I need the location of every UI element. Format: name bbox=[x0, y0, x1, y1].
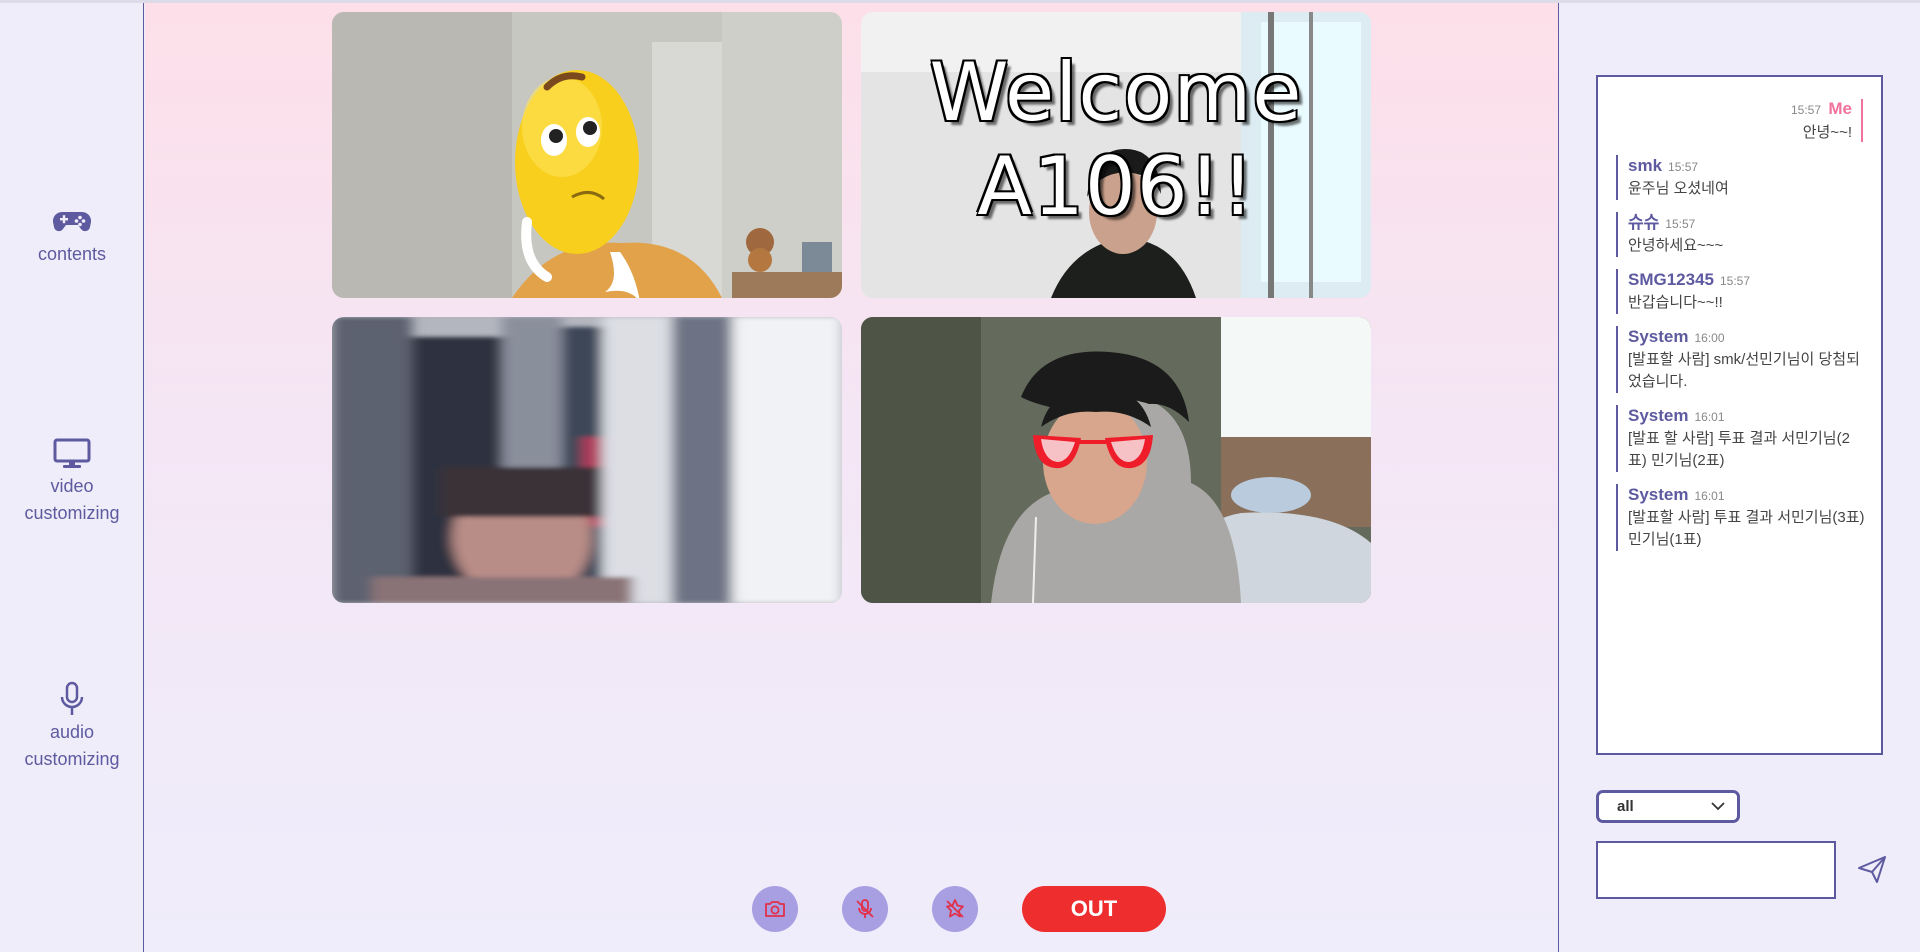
mic-off-icon bbox=[856, 899, 874, 918]
sidebar-item-video-customizing[interactable]: video customizing bbox=[0, 435, 144, 527]
chat-message: smk 15:57 윤주님 오셨네여 bbox=[1616, 155, 1868, 200]
welcome-overlay-text: Welcome A106!! bbox=[929, 46, 1303, 233]
message-time: 15:57 bbox=[1668, 160, 1699, 174]
message-text: 안녕~~! bbox=[1802, 124, 1852, 141]
message-author: System bbox=[1628, 327, 1689, 346]
chat-message-own: 15:57 Me 안녕~~! bbox=[1791, 99, 1863, 142]
mic-toggle-button[interactable] bbox=[842, 886, 888, 932]
chat-message: System 16:01 [발표할 사람] 투표 결과 서민기님(3표) 민기님(… bbox=[1616, 484, 1868, 551]
chat-message: System 16:00 [발표할 사람] smk/선민기님이 당첨되었습니다. bbox=[1616, 326, 1868, 393]
webcam-feed-emoji-mask bbox=[332, 12, 842, 298]
message-author: SMG12345 bbox=[1628, 270, 1714, 289]
message-author: Me bbox=[1828, 99, 1852, 118]
chevron-down-icon bbox=[1711, 802, 1725, 811]
message-text: [발표할 사람] 투표 결과 서민기님(3표) 민기님(1표) bbox=[1628, 509, 1865, 548]
chat-messages: smk 15:57 윤주님 오셨네여 슈슈 15:57 안녕하세요~~~ SMG12… bbox=[1616, 155, 1868, 563]
sidebar-item-label: contents bbox=[37, 244, 107, 264]
message-text: 반갑습니다~~!! bbox=[1628, 294, 1723, 311]
sidebar-item-label: video customizing bbox=[24, 476, 120, 523]
microphone-icon bbox=[60, 681, 84, 715]
message-time: 16:01 bbox=[1694, 489, 1725, 503]
sparkle-off-icon bbox=[946, 899, 964, 918]
video-tile[interactable]: Welcome A106!! bbox=[861, 12, 1371, 298]
video-tile[interactable] bbox=[861, 317, 1371, 603]
message-text: 안녕하세요~~~ bbox=[1628, 237, 1724, 254]
chat-panel: 15:57 Me 안녕~~! smk 15:57 윤주님 오셨네여 슈슈 15:57… bbox=[1560, 3, 1920, 952]
video-tile[interactable] bbox=[332, 317, 842, 603]
message-text: [발표 할 사람] 투표 결과 서민기님(2표) 민기님(2표) bbox=[1628, 430, 1850, 469]
message-time: 15:57 bbox=[1720, 274, 1751, 288]
camera-icon bbox=[765, 901, 785, 917]
sidebar-item-contents[interactable]: contents bbox=[0, 203, 144, 268]
gamepad-icon bbox=[52, 211, 92, 232]
chat-message: SMG12345 15:57 반갑습니다~~!! bbox=[1616, 269, 1868, 314]
message-time: 16:00 bbox=[1694, 331, 1725, 345]
recipient-select[interactable]: all bbox=[1596, 790, 1740, 823]
message-author: System bbox=[1628, 406, 1689, 425]
leave-room-button[interactable]: OUT bbox=[1022, 886, 1166, 932]
recipient-select-value: all bbox=[1617, 798, 1634, 815]
sidebar-item-audio-customizing[interactable]: audio customizing bbox=[0, 681, 144, 773]
send-icon[interactable] bbox=[1856, 853, 1888, 885]
chat-message-input[interactable] bbox=[1596, 841, 1836, 899]
message-time: 16:01 bbox=[1694, 410, 1725, 424]
message-text: [발표할 사람] smk/선민기님이 당첨되었습니다. bbox=[1628, 351, 1860, 390]
video-stage: Welcome A106!! OUT bbox=[145, 3, 1559, 952]
chat-message-list[interactable]: 15:57 Me 안녕~~! smk 15:57 윤주님 오셨네여 슈슈 15:57… bbox=[1596, 75, 1883, 755]
chat-message: System 16:01 [발표 할 사람] 투표 결과 서민기님(2표) 민기님… bbox=[1616, 405, 1868, 472]
message-time: 15:57 bbox=[1665, 217, 1696, 231]
monitor-icon bbox=[53, 438, 91, 468]
effects-toggle-button[interactable] bbox=[932, 886, 978, 932]
message-time: 15:57 bbox=[1791, 103, 1822, 117]
webcam-feed-blurred bbox=[332, 317, 842, 603]
video-tile[interactable] bbox=[332, 12, 842, 298]
camera-toggle-button[interactable] bbox=[752, 886, 798, 932]
message-text: 윤주님 오셨네여 bbox=[1628, 180, 1729, 197]
message-author: smk bbox=[1628, 156, 1663, 175]
sidebar: contents video customizing audio customi… bbox=[0, 3, 144, 952]
chat-message: 슈슈 15:57 안녕하세요~~~ bbox=[1616, 212, 1868, 257]
message-author: System bbox=[1628, 485, 1689, 504]
message-author: 슈슈 bbox=[1628, 213, 1660, 232]
webcam-feed-red-glasses bbox=[861, 317, 1371, 603]
sidebar-item-label: audio customizing bbox=[24, 722, 120, 769]
message-meta: 15:57 Me bbox=[1791, 99, 1852, 119]
